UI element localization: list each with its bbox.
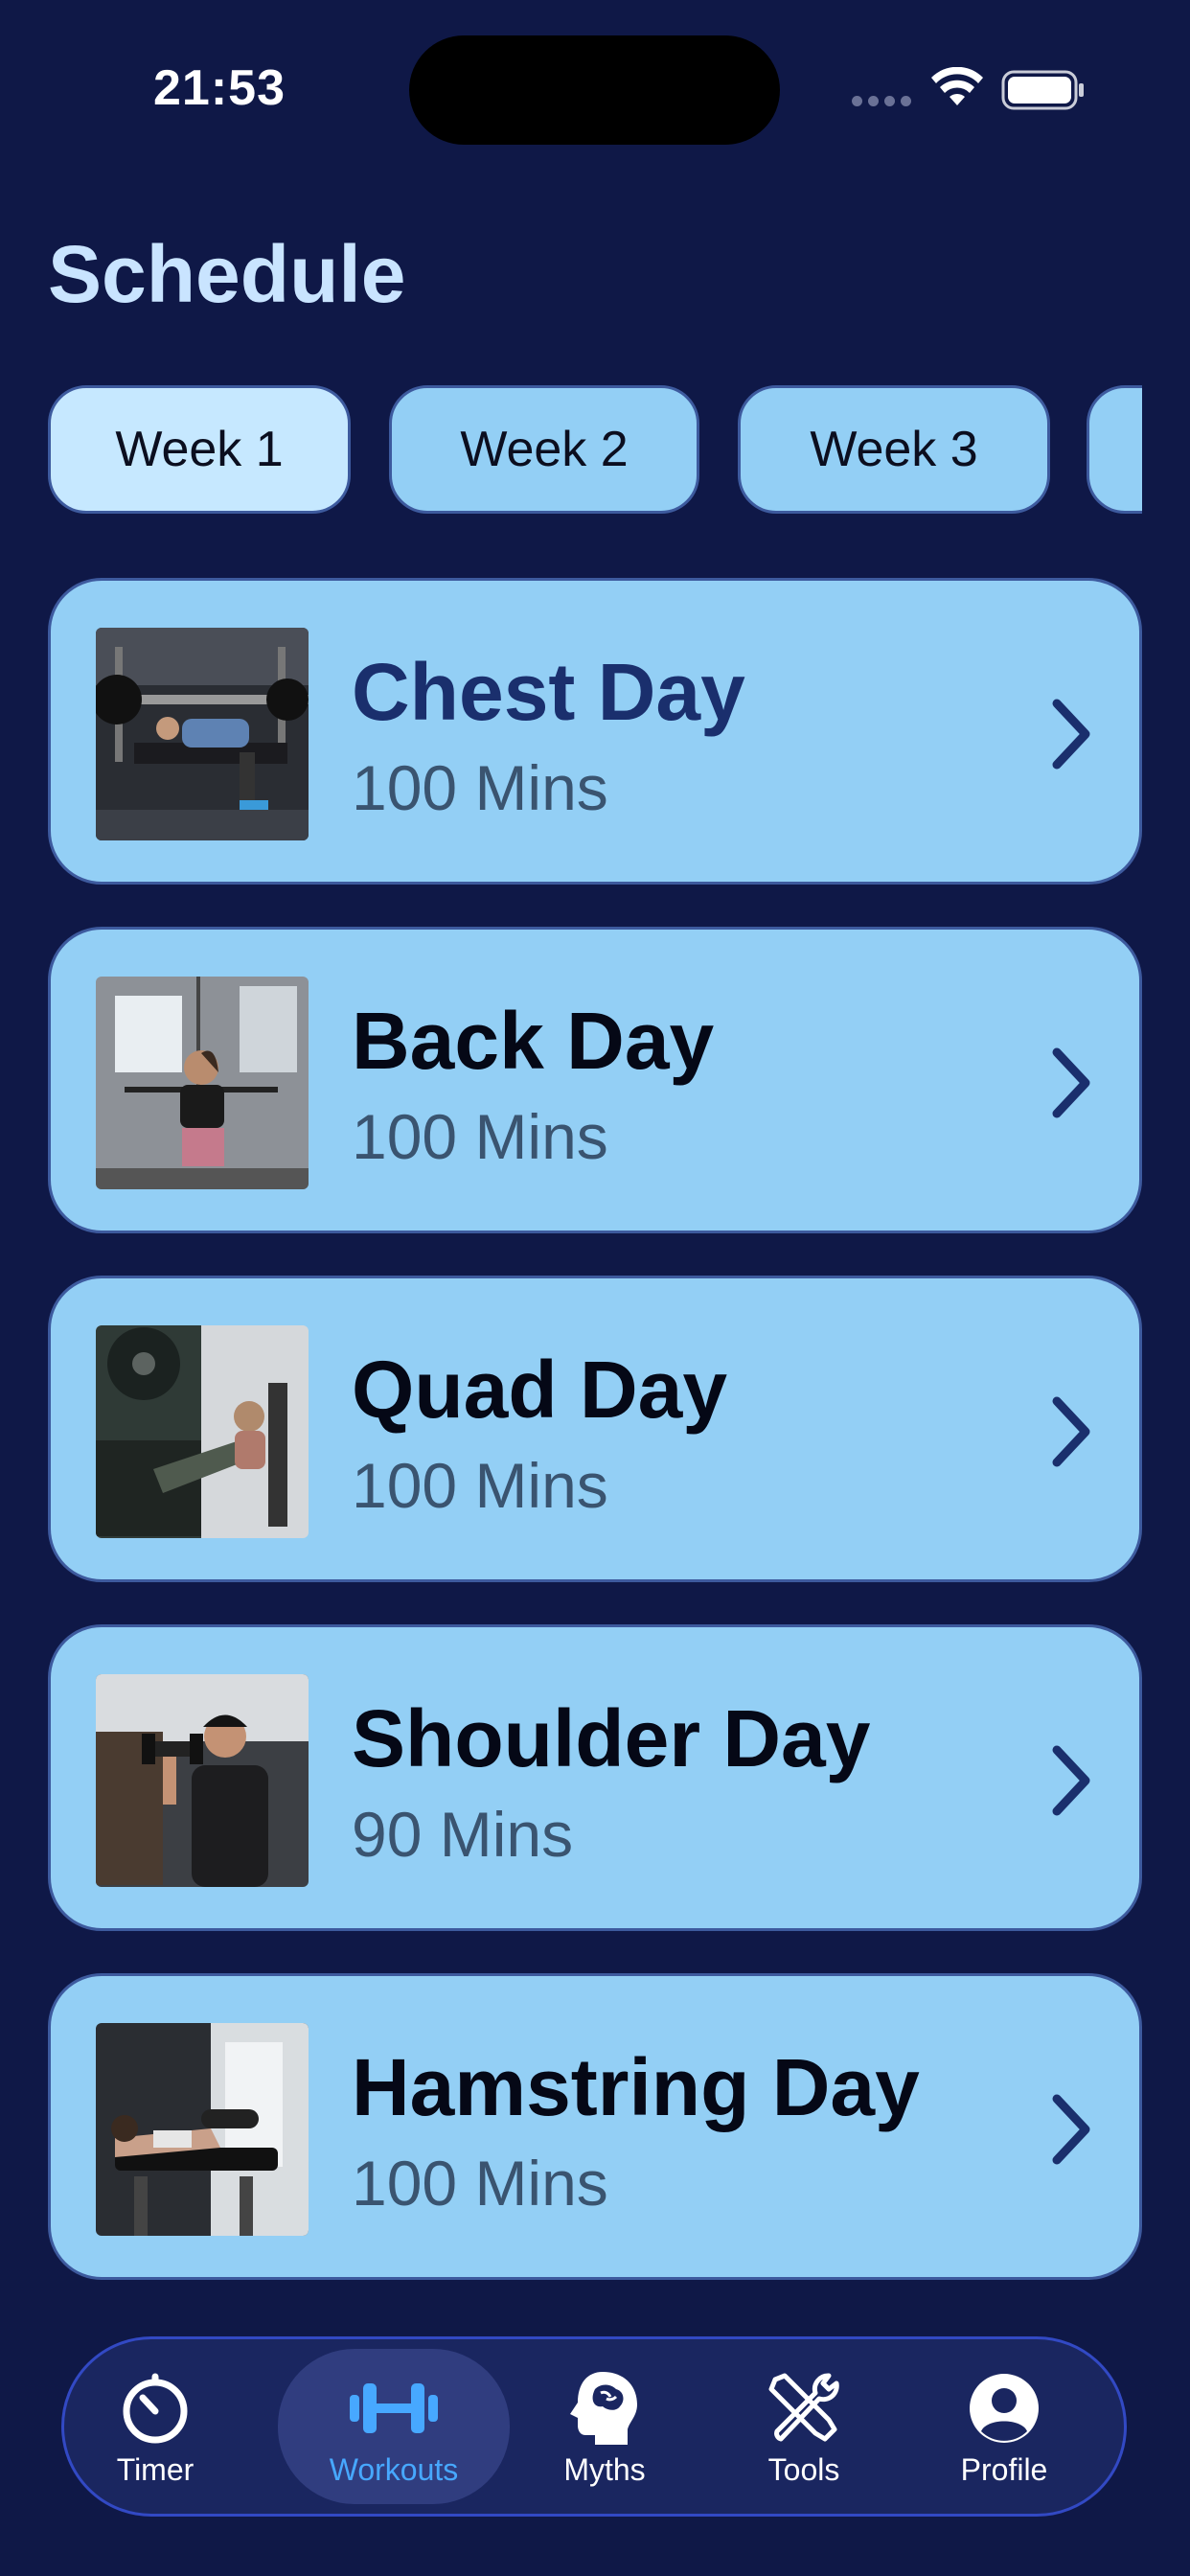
week-tab-2[interactable]: Week 2	[389, 385, 699, 514]
wrench-screwdriver-icon	[766, 2370, 842, 2447]
tab-workouts[interactable]: Workouts	[278, 2349, 510, 2504]
workout-duration: 100 Mins	[352, 752, 608, 823]
workout-card-hamstring[interactable]: Hamstring Day 100 Mins	[48, 1973, 1142, 2280]
battery-icon	[1001, 70, 1084, 110]
cellular-signal-icon	[852, 96, 911, 106]
week-tab-4[interactable]	[1087, 385, 1142, 514]
workout-title: Quad Day	[352, 1345, 728, 1435]
tab-label: Myths	[563, 2452, 646, 2487]
brain-head-icon	[568, 2370, 641, 2447]
chevron-right-icon	[1052, 1047, 1090, 1118]
workout-title: Back Day	[352, 996, 715, 1086]
workout-card-quad[interactable]: Quad Day 100 Mins	[48, 1276, 1142, 1582]
workout-card-shoulder[interactable]: Shoulder Day 90 Mins	[48, 1624, 1142, 1931]
tab-label: Tools	[767, 2452, 840, 2487]
week-tab-3[interactable]: Week 3	[738, 385, 1050, 514]
dynamic-island	[409, 35, 780, 145]
week-tab-1[interactable]: Week 1	[48, 385, 351, 514]
stopwatch-icon	[120, 2370, 191, 2447]
wifi-icon	[931, 67, 983, 105]
workout-title: Hamstring Day	[352, 2042, 920, 2132]
workout-duration: 100 Mins	[352, 2148, 608, 2219]
chevron-right-icon	[1052, 1745, 1090, 1816]
tab-tools[interactable]: Tools	[713, 2349, 895, 2504]
tab-label: Timer	[116, 2452, 195, 2487]
tab-myths[interactable]: Myths	[514, 2349, 696, 2504]
tab-label: Workouts	[329, 2452, 459, 2487]
week-selector: Week 1 Week 2 Week 3	[48, 383, 1142, 519]
dumbbell-icon	[348, 2370, 440, 2447]
workout-duration: 100 Mins	[352, 1101, 608, 1172]
tab-profile[interactable]: Profile	[913, 2349, 1095, 2504]
status-time: 21:53	[153, 60, 286, 116]
dumbbell-press-photo	[96, 1674, 309, 1887]
bench-press-photo	[96, 628, 309, 840]
workout-duration: 100 Mins	[352, 1450, 608, 1521]
bottom-tab-bar: Timer Workouts Myths Tools Profile	[61, 2336, 1127, 2517]
chevron-right-icon	[1052, 699, 1090, 770]
status-bar: 21:53	[0, 0, 1190, 182]
workout-card-back[interactable]: Back Day 100 Mins	[48, 927, 1142, 1233]
chevron-right-icon	[1052, 2094, 1090, 2165]
person-circle-icon	[968, 2370, 1041, 2447]
workout-title: Shoulder Day	[352, 1693, 871, 1783]
workout-title: Chest Day	[352, 647, 745, 737]
workout-duration: 90 Mins	[352, 1799, 574, 1870]
workout-card-chest[interactable]: Chest Day 100 Mins	[48, 578, 1142, 885]
leg-press-photo	[96, 1325, 309, 1538]
leg-curl-photo	[96, 2023, 309, 2236]
lat-pulldown-photo	[96, 977, 309, 1189]
page-title: Schedule	[48, 229, 406, 319]
tab-timer[interactable]: Timer	[64, 2349, 246, 2504]
tab-label: Profile	[960, 2452, 1048, 2487]
chevron-right-icon	[1052, 1396, 1090, 1467]
